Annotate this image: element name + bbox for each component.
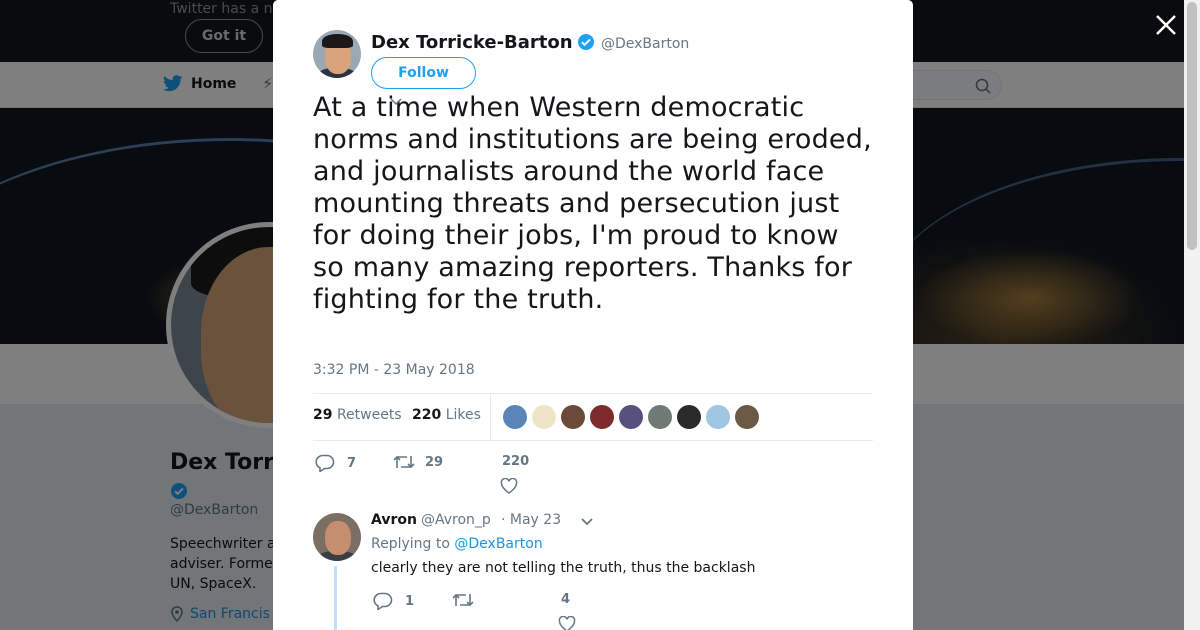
tweet-timestamp[interactable]: 3:32 PM - 23 May 2018 xyxy=(313,362,475,378)
liker-avatar[interactable] xyxy=(619,405,643,429)
retweet-action[interactable]: 29 xyxy=(393,454,443,470)
reply-count: 7 xyxy=(347,455,357,471)
avatar-face xyxy=(325,521,351,555)
author-avatar[interactable] xyxy=(313,30,361,78)
author-name[interactable]: Dex Torricke-Barton xyxy=(371,32,573,53)
reply-text: clearly they are not telling the truth, … xyxy=(371,560,756,576)
reply-icon xyxy=(373,592,393,610)
likes-label: Likes xyxy=(445,407,481,423)
reply-action[interactable]: 7 xyxy=(315,454,356,472)
retweets-label: Retweets xyxy=(336,407,402,423)
reply-author-handle[interactable]: @Avron_p xyxy=(421,512,491,528)
likes-count: 220 xyxy=(412,407,442,423)
chevron-down-icon[interactable] xyxy=(579,514,595,528)
retweets-stat[interactable]: 29 Retweets xyxy=(313,407,402,423)
like-heart-icon[interactable] xyxy=(500,478,518,494)
liker-avatar[interactable] xyxy=(532,405,556,429)
follow-button[interactable]: Follow xyxy=(371,57,476,89)
tweet-stats: 29 Retweets 220 Likes xyxy=(313,393,873,441)
reply-like-count: 4 xyxy=(561,592,571,607)
liker-avatars xyxy=(503,405,759,429)
retweet-count: 29 xyxy=(425,454,444,470)
cursor-icon xyxy=(390,98,402,106)
liker-avatar[interactable] xyxy=(503,405,527,429)
tweet-modal: Dex Torricke-Barton @DexBarton Follow At… xyxy=(273,0,913,630)
close-icon[interactable] xyxy=(1152,11,1180,39)
likes-stat[interactable]: 220 Likes xyxy=(412,407,481,423)
retweet-icon xyxy=(452,593,474,607)
avatar-hair xyxy=(322,34,353,48)
liker-avatar[interactable] xyxy=(735,405,759,429)
reply-reply-count: 1 xyxy=(405,593,415,609)
scrollbar[interactable] xyxy=(1184,0,1200,630)
liker-avatar[interactable] xyxy=(677,405,701,429)
retweets-count: 29 xyxy=(313,407,333,423)
reply-avatar[interactable] xyxy=(313,513,361,561)
thread-line xyxy=(334,566,337,630)
like-count-label: 220 xyxy=(502,454,530,469)
stats-divider xyxy=(490,394,491,441)
like-heart-icon[interactable] xyxy=(558,616,576,630)
liker-avatar[interactable] xyxy=(648,405,672,429)
replying-to: Replying to @DexBarton xyxy=(371,536,543,552)
tweet-text: At a time when Western democratic norms … xyxy=(313,92,872,315)
liker-avatar[interactable] xyxy=(561,405,585,429)
replying-prefix: Replying to xyxy=(371,536,450,552)
reply-date[interactable]: · May 23 xyxy=(501,512,561,528)
replying-to-link[interactable]: @DexBarton xyxy=(454,536,542,552)
verified-icon xyxy=(578,34,594,50)
reply-retweet-action[interactable] xyxy=(452,592,474,608)
author-handle[interactable]: @DexBarton xyxy=(601,36,689,52)
retweet-icon xyxy=(393,455,415,469)
scrollbar-thumb[interactable] xyxy=(1187,2,1197,250)
liker-avatar[interactable] xyxy=(706,405,730,429)
liker-avatar[interactable] xyxy=(590,405,614,429)
reply-author-name[interactable]: Avron xyxy=(371,512,417,528)
reply-reply-action[interactable]: 1 xyxy=(373,592,414,610)
reply-icon xyxy=(315,454,335,472)
